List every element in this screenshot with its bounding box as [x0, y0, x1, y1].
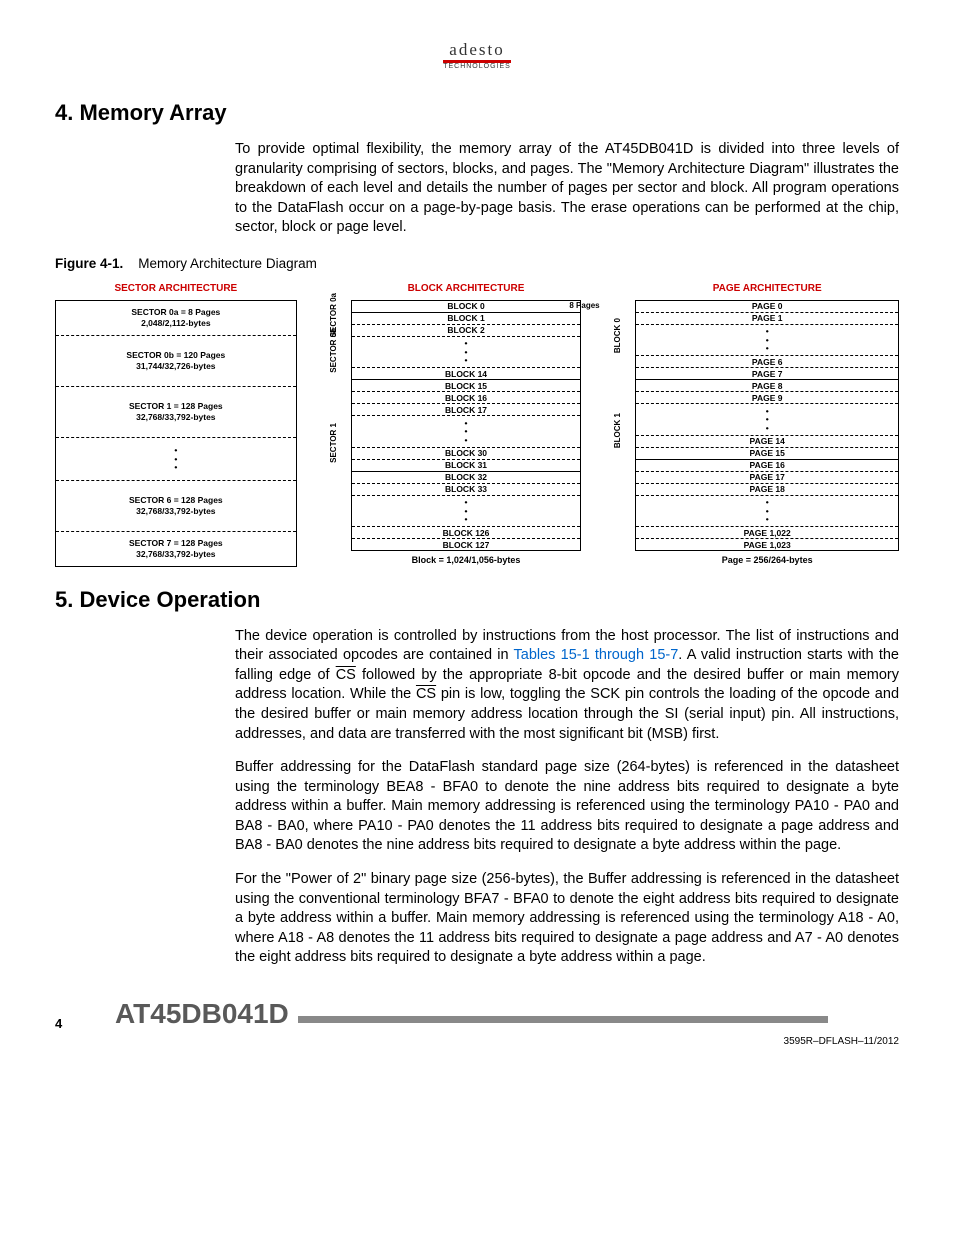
section-5-heading: 5. Device Operation: [55, 587, 899, 613]
table-row: BLOCK 16: [352, 392, 581, 404]
table-row: PAGE 1: [636, 313, 898, 325]
section-5-paragraph-3: For the "Power of 2" binary page size (2…: [235, 870, 899, 968]
section-4-paragraph: To provide optimal flexibility, the memo…: [235, 140, 899, 238]
table-row: PAGE 0: [636, 301, 898, 313]
table-row-dots: •••: [352, 496, 581, 528]
sector-row: SECTOR 6 = 128 Pages32,768/33,792-bytes: [56, 481, 296, 532]
brand-sub: TECHNOLOGIES: [55, 63, 899, 70]
figure-label: Figure 4-1.: [55, 256, 123, 271]
table-row: BLOCK 126: [352, 527, 581, 539]
table-row: BLOCK 17: [352, 404, 581, 416]
side-label-sector-1: SECTOR 1: [329, 423, 338, 463]
sector-row: SECTOR 1 = 128 Pages32,768/33,792-bytes: [56, 387, 296, 438]
page-number: 4: [55, 1016, 62, 1031]
table-row: PAGE 16: [636, 460, 898, 472]
block-footer-note: Block = 1,024/1,056-bytes: [351, 555, 582, 565]
page-table: PAGE 0 PAGE 1 ••• PAGE 6 PAGE 7 PAGE 8 P…: [635, 300, 899, 552]
table-row: PAGE 9: [636, 392, 898, 404]
table-row-dots: •••: [352, 337, 581, 369]
sector-table: SECTOR 0a = 8 Pages2,048/2,112-bytes SEC…: [55, 300, 297, 567]
table-row: BLOCK 1: [352, 313, 581, 325]
header-logo: adesto TECHNOLOGIES: [55, 40, 899, 70]
table-row: BLOCK 14: [352, 368, 581, 380]
eight-pages-note: 8 Pages: [569, 301, 599, 310]
doc-id: 3595R–DFLASH–11/2012: [55, 1036, 899, 1047]
table-row: BLOCK 2: [352, 325, 581, 337]
table-row: PAGE 7: [636, 368, 898, 380]
table-row: PAGE 14: [636, 436, 898, 448]
table-row: BLOCK 33: [352, 484, 581, 496]
table-row: BLOCK 32: [352, 472, 581, 484]
cs-signal: CS: [416, 686, 436, 702]
side-label-block-1: BLOCK 1: [613, 413, 622, 448]
table-row: PAGE 15: [636, 448, 898, 460]
sector-row: SECTOR 7 = 128 Pages32,768/33,792-bytes: [56, 532, 296, 566]
table-row: PAGE 8: [636, 380, 898, 392]
table-row: PAGE 1,022: [636, 527, 898, 539]
page-column: PAGE ARCHITECTURE 8 Pages BLOCK 0 BLOCK …: [613, 283, 899, 567]
side-label-sector-0b: SECTOR 0b: [329, 328, 338, 373]
sector-row-dots: •••: [56, 438, 296, 481]
table-row: BLOCK 30: [352, 448, 581, 460]
section-5-paragraph-2: Buffer addressing for the DataFlash stan…: [235, 758, 899, 856]
table-row: BLOCK 127: [352, 539, 581, 550]
footer-rule: [298, 1016, 828, 1023]
table-row: BLOCK 15: [352, 380, 581, 392]
tables-link[interactable]: Tables 15-1 through 15-7: [514, 647, 679, 663]
side-label-block-0: BLOCK 0: [613, 318, 622, 353]
table-row-dots: •••: [352, 416, 581, 448]
page-footer: 4 AT45DB041D 3595R–DFLASH–11/2012: [55, 998, 899, 1047]
table-row: PAGE 17: [636, 472, 898, 484]
table-row: BLOCK 31: [352, 460, 581, 472]
table-row-dots: •••: [636, 325, 898, 357]
figure-title-text: Memory Architecture Diagram: [138, 256, 317, 271]
cs-signal: CS: [336, 667, 356, 683]
sector-column: SECTOR ARCHITECTURE SECTOR 0a = 8 Pages2…: [55, 283, 297, 567]
table-row: PAGE 18: [636, 484, 898, 496]
block-column: BLOCK ARCHITECTURE SECTOR 0a SECTOR 0b S…: [329, 283, 582, 567]
brand-name: adesto: [443, 40, 510, 63]
section-5-paragraph-1: The device operation is controlled by in…: [235, 627, 899, 744]
table-row: PAGE 6: [636, 356, 898, 368]
page-footer-note: Page = 256/264-bytes: [635, 555, 899, 565]
table-row: BLOCK 0: [352, 301, 581, 313]
table-row-dots: •••: [636, 404, 898, 436]
table-row-dots: •••: [636, 496, 898, 528]
memory-architecture-diagram: SECTOR ARCHITECTURE SECTOR 0a = 8 Pages2…: [55, 283, 899, 567]
section-4-heading: 4. Memory Array: [55, 100, 899, 126]
page-header: PAGE ARCHITECTURE: [635, 283, 899, 294]
figure-caption: Figure 4-1. Memory Architecture Diagram: [55, 256, 899, 271]
sector-row: SECTOR 0b = 120 Pages31,744/32,726-bytes: [56, 336, 296, 387]
table-row: PAGE 1,023: [636, 539, 898, 550]
block-header: BLOCK ARCHITECTURE: [351, 283, 582, 294]
sector-row: SECTOR 0a = 8 Pages2,048/2,112-bytes: [56, 301, 296, 336]
part-number: AT45DB041D: [115, 998, 289, 1029]
block-table: BLOCK 0 BLOCK 1 BLOCK 2 ••• BLOCK 14 BLO…: [351, 300, 582, 552]
sector-header: SECTOR ARCHITECTURE: [55, 283, 297, 294]
